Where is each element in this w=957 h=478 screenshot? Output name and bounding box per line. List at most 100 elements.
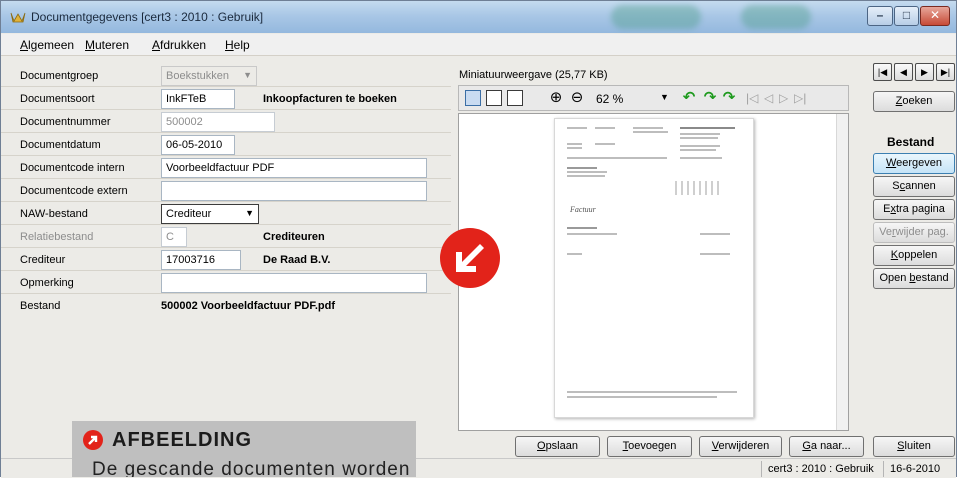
title-bar-decoration bbox=[611, 5, 701, 29]
code-intern-input[interactable]: Voorbeeldfactuur PDF bbox=[161, 158, 427, 178]
menu-afdrukken[interactable]: Afdrukken bbox=[152, 38, 206, 52]
scannen-button[interactable]: Scannen bbox=[873, 176, 955, 197]
row-documentsoort: Documentsoort InkFTeB Inkoopfacturen te … bbox=[1, 88, 451, 110]
bestand-label: Bestand bbox=[20, 300, 61, 312]
rotate-left-icon[interactable]: ↶ bbox=[681, 90, 697, 106]
menu-help[interactable]: Help bbox=[225, 38, 250, 52]
documentnummer-input[interactable]: 500002 bbox=[161, 112, 275, 132]
minimize-icon: – bbox=[876, 8, 884, 22]
row-documentdatum: Documentdatum 06-05-2010 bbox=[1, 134, 451, 156]
window-title: Documentgegevens [cert3 : 2010 : Gebruik… bbox=[31, 10, 264, 24]
opslaan-button[interactable]: Opslaan bbox=[515, 436, 600, 457]
chevron-down-icon: ▼ bbox=[243, 70, 252, 80]
chevron-down-icon: ▼ bbox=[245, 208, 254, 218]
naw-bestand-label: NAW-bestand bbox=[20, 208, 88, 220]
verwijderen-button[interactable]: Verwijderen bbox=[699, 436, 782, 457]
preview-scrollbar[interactable] bbox=[836, 114, 848, 430]
ga-naar-button[interactable]: Ga naar... bbox=[789, 436, 864, 457]
first-record-button[interactable]: |◀ bbox=[873, 63, 892, 81]
code-extern-input[interactable] bbox=[161, 181, 427, 201]
previous-page-icon[interactable]: ◁ bbox=[764, 91, 773, 105]
zoom-in-icon[interactable]: ⊕ bbox=[548, 90, 564, 106]
documentsoort-description: Inkoopfacturen te boeken bbox=[263, 93, 397, 105]
document-form: Documentgroep Boekstukken ▼ Documentsoort… bbox=[1, 57, 451, 457]
title-bar-decoration bbox=[741, 5, 811, 29]
documentsoort-input[interactable]: InkFTeB bbox=[161, 89, 235, 109]
row-documentgroep: Documentgroep Boekstukken ▼ bbox=[1, 65, 451, 87]
relatiebestand-input[interactable]: C bbox=[161, 227, 187, 247]
first-record-icon: |◀ bbox=[877, 67, 888, 77]
bestand-filename: 500002 Voorbeeldfactuur PDF.pdf bbox=[161, 300, 336, 312]
documentnummer-label: Documentnummer bbox=[20, 116, 111, 128]
preview-canvas[interactable]: Factuur bbox=[458, 113, 849, 431]
last-record-button[interactable]: ▶| bbox=[936, 63, 955, 81]
relatiebestand-description: Crediteuren bbox=[263, 231, 325, 243]
next-page-icon[interactable]: ▷ bbox=[779, 91, 788, 105]
zoeken-button[interactable]: Zoeken bbox=[873, 91, 955, 112]
preview-caption: Miniatuurweergave (25,77 KB) bbox=[459, 69, 608, 81]
row-bestand: Bestand 500002 Voorbeeldfactuur PDF.pdf bbox=[1, 295, 451, 317]
documentdatum-label: Documentdatum bbox=[20, 139, 101, 151]
documentgroep-label: Documentgroep bbox=[20, 70, 99, 82]
thumbnail-preview-panel: Miniatuurweergave (25,77 KB) ⊕ ⊖ 62 % ▼ … bbox=[456, 67, 851, 433]
next-record-button[interactable]: ▶ bbox=[915, 63, 934, 81]
previous-record-button[interactable]: ◀ bbox=[894, 63, 913, 81]
zoom-level[interactable]: 62 % bbox=[596, 92, 623, 106]
thumbnail-page-title: Factuur bbox=[570, 205, 596, 214]
single-page-view-icon[interactable] bbox=[465, 90, 481, 106]
verwijder-pagina-button[interactable]: Verwijder pag. bbox=[873, 222, 955, 243]
callout-arrow-icon bbox=[440, 228, 500, 288]
toevoegen-button[interactable]: Toevoegen bbox=[607, 436, 692, 457]
last-page-icon[interactable]: ▷| bbox=[794, 91, 806, 105]
next-record-icon: ▶ bbox=[921, 67, 928, 77]
opmerking-input[interactable] bbox=[161, 273, 427, 293]
rotate-180-icon[interactable]: ↷ bbox=[721, 90, 737, 106]
maximize-icon: □ bbox=[902, 8, 911, 22]
crediteur-input[interactable]: 17003716 bbox=[161, 250, 241, 270]
documentsoort-label: Documentsoort bbox=[20, 93, 95, 105]
first-page-icon[interactable]: |◁ bbox=[746, 91, 758, 105]
thumbnail-view-icon[interactable] bbox=[486, 90, 502, 106]
page-list-view-icon[interactable] bbox=[507, 90, 523, 106]
row-documentnummer: Documentnummer 500002 bbox=[1, 111, 451, 133]
app-logo-icon bbox=[10, 12, 26, 23]
caption-heading: AFBEELDING bbox=[112, 429, 252, 451]
naw-bestand-select[interactable]: Crediteur ▼ bbox=[161, 204, 259, 224]
menu-muteren[interactable]: Muteren bbox=[85, 38, 129, 52]
menu-algemeen[interactable]: Algemeen bbox=[20, 38, 74, 52]
status-date: 16-6-2010 bbox=[890, 463, 941, 475]
minimize-button[interactable]: – bbox=[867, 6, 893, 26]
rotate-right-icon[interactable]: ↷ bbox=[702, 90, 718, 106]
code-intern-label: Documentcode intern bbox=[20, 162, 125, 174]
documentdatum-input[interactable]: 06-05-2010 bbox=[161, 135, 235, 155]
row-relatiebestand: Relatiebestand C Crediteuren bbox=[1, 226, 451, 248]
menu-bar: Algemeen Muteren Afdrukken Help bbox=[1, 34, 956, 56]
actions-panel: |◀ ◀ ▶ ▶| Zoeken Bestand Weergeven Scann… bbox=[863, 57, 957, 307]
sluiten-button[interactable]: Sluiten bbox=[873, 436, 955, 457]
documentgroep-select[interactable]: Boekstukken ▼ bbox=[161, 66, 257, 86]
zoom-out-icon[interactable]: ⊖ bbox=[569, 90, 585, 106]
row-code-intern: Documentcode intern Voorbeeldfactuur PDF bbox=[1, 157, 451, 179]
document-page-thumbnail: Factuur bbox=[554, 118, 754, 418]
caption-box: AFBEELDING De gescande documenten worden bbox=[72, 421, 416, 477]
maximize-button[interactable]: □ bbox=[894, 6, 919, 26]
title-bar[interactable]: Documentgegevens [cert3 : 2010 : Gebruik… bbox=[1, 1, 956, 33]
row-naw-bestand: NAW-bestand Crediteur ▼ bbox=[1, 203, 451, 225]
open-bestand-button[interactable]: Open bestand bbox=[873, 268, 955, 289]
code-extern-label: Documentcode extern bbox=[20, 185, 128, 197]
close-icon: ✕ bbox=[929, 8, 941, 22]
crediteur-label: Crediteur bbox=[20, 254, 66, 266]
close-button[interactable]: ✕ bbox=[920, 6, 950, 26]
caption-text: De gescande documenten worden bbox=[92, 459, 411, 477]
koppelen-button[interactable]: Koppelen bbox=[873, 245, 955, 266]
bestand-section-title: Bestand bbox=[887, 135, 935, 149]
preview-toolbar: ⊕ ⊖ 62 % ▼ ↶ ↷ ↷ |◁ ◁ ▷ ▷| bbox=[458, 85, 849, 111]
chevron-down-icon[interactable]: ▼ bbox=[660, 92, 669, 102]
weergeven-button[interactable]: Weergeven bbox=[873, 153, 955, 174]
previous-record-icon: ◀ bbox=[900, 67, 907, 77]
opmerking-label: Opmerking bbox=[20, 277, 74, 289]
row-opmerking: Opmerking bbox=[1, 272, 451, 294]
row-crediteur: Crediteur 17003716 De Raad B.V. bbox=[1, 249, 451, 271]
status-context: cert3 : 2010 : Gebruik bbox=[768, 463, 874, 475]
extra-pagina-button[interactable]: Extra pagina bbox=[873, 199, 955, 220]
